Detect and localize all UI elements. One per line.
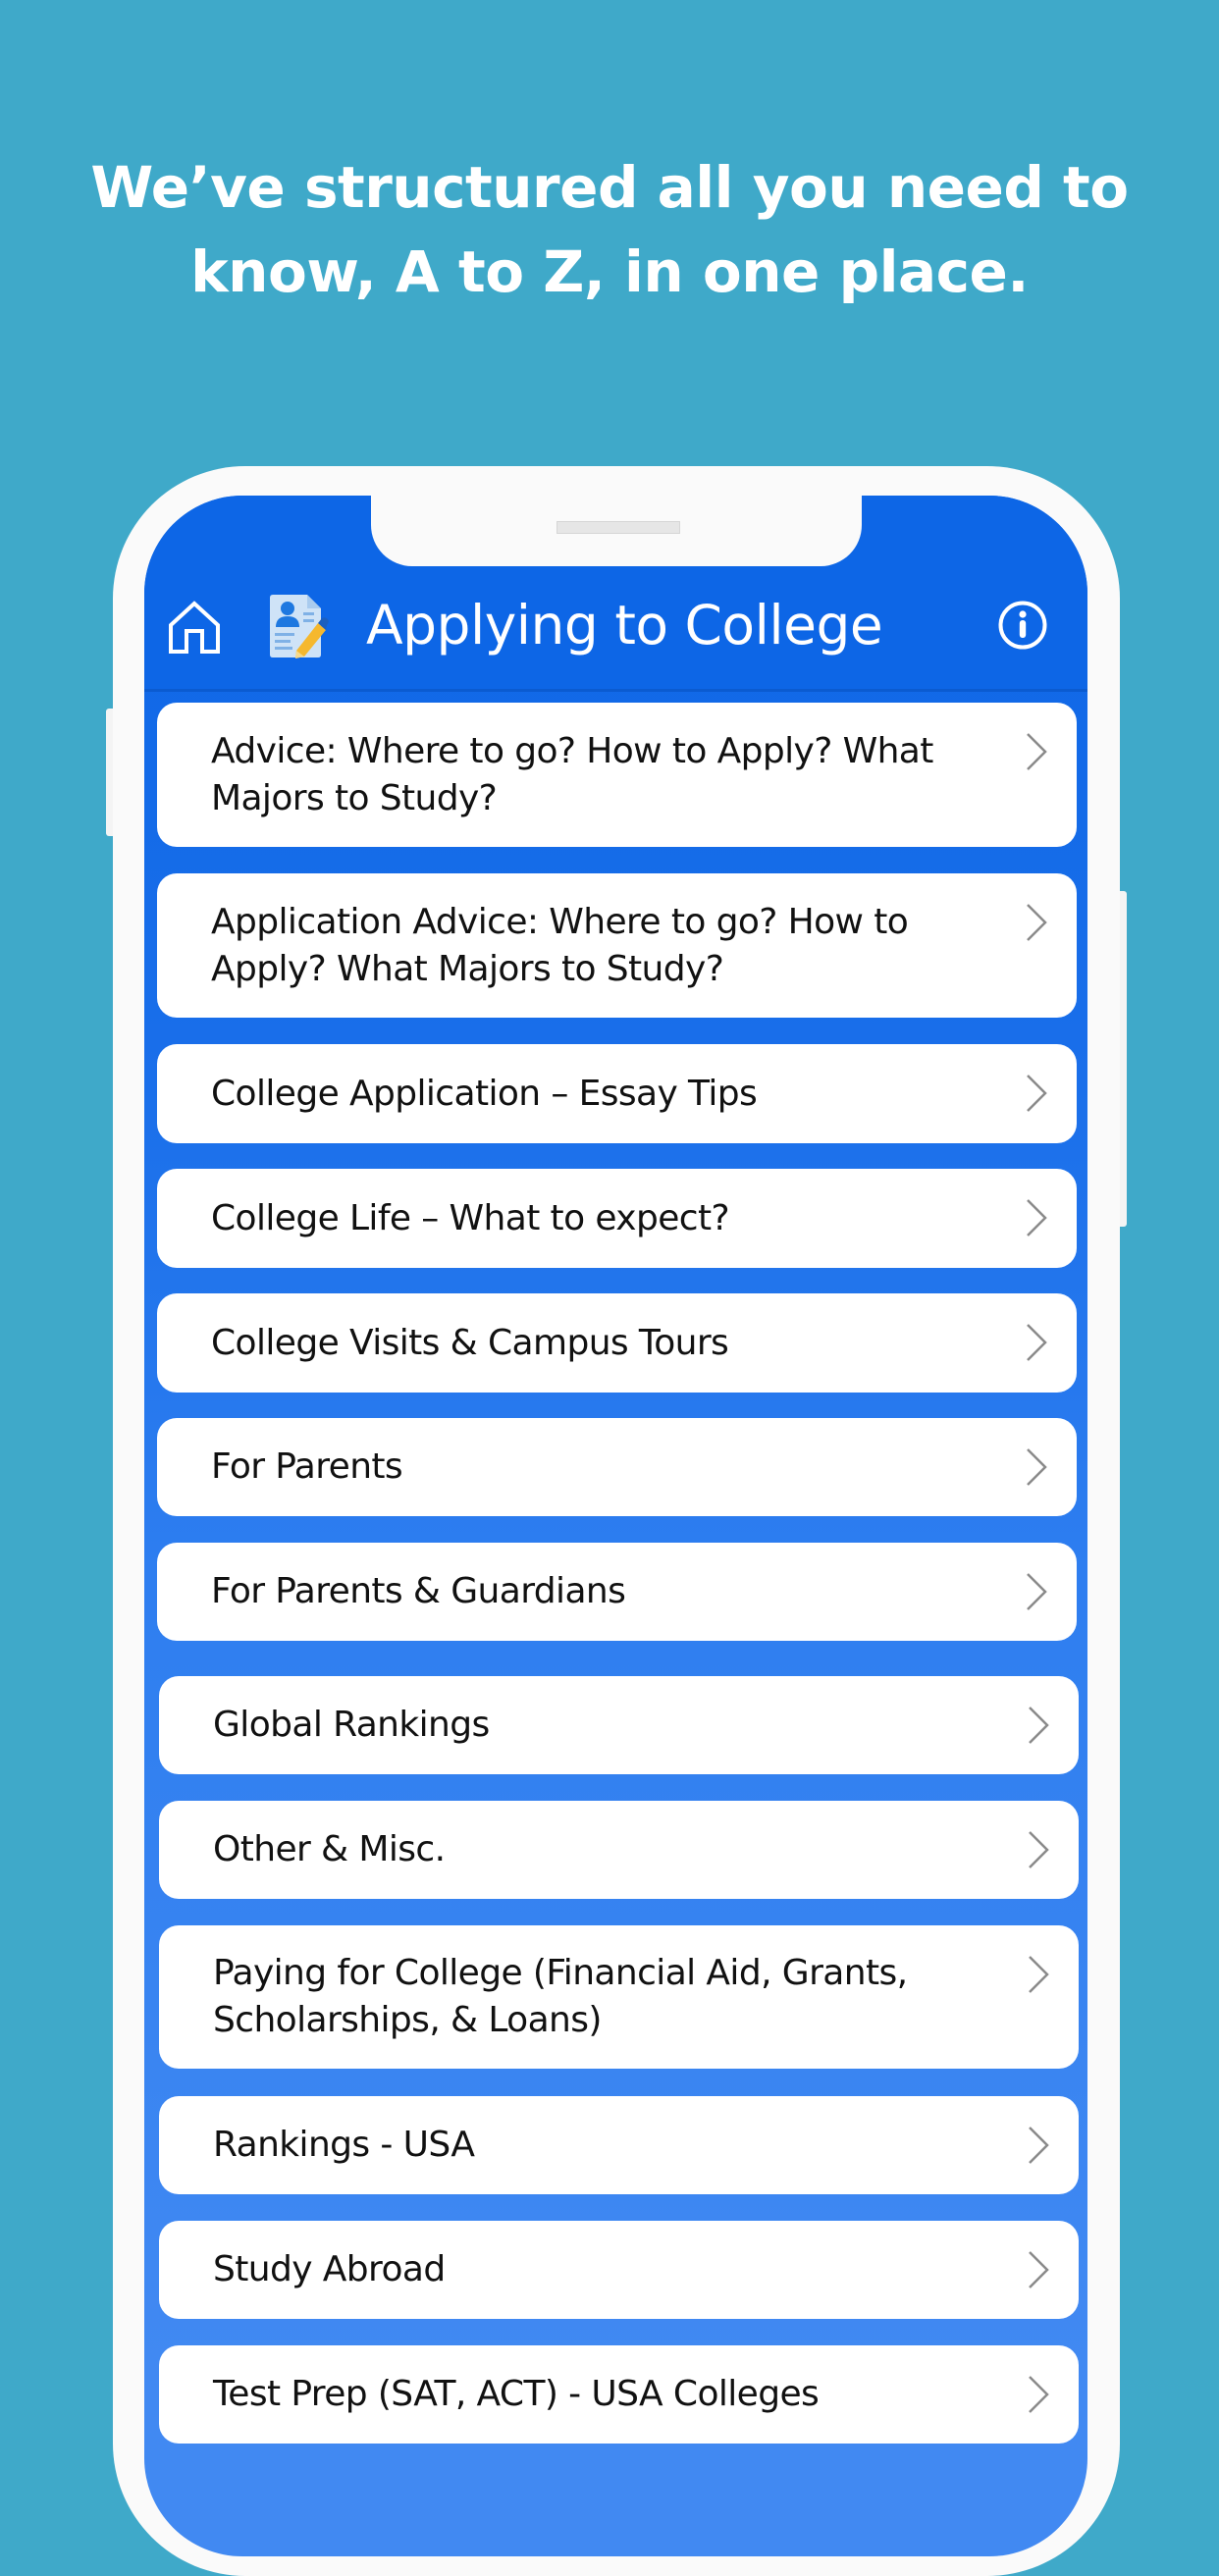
category-item[interactable]: College Life – What to expect? [157,1169,1077,1268]
category-item-label: Study Abroad [213,2249,446,2289]
category-item[interactable]: College Application – Essay Tips [157,1044,1077,1143]
category-item[interactable]: Study Abroad [159,2221,1079,2319]
page-title: Applying to College [366,594,883,657]
chevron-right-icon [1027,1199,1047,1236]
category-item[interactable]: College Visits & Campus Tours [157,1293,1077,1393]
category-item[interactable]: Application Advice: Where to go? How to … [157,873,1077,1018]
phone-screen: Applying to College Advice: Where to go?… [144,496,1087,2556]
category-item[interactable]: Advice: Where to go? How to Apply? What … [157,703,1077,847]
chevron-right-icon [1027,1324,1047,1361]
category-item-label: Application Advice: Where to go? How to … [211,901,909,989]
chevron-right-icon [1029,1956,1049,1993]
category-item-label: Other & Misc. [213,1829,446,1869]
category-item[interactable]: Other & Misc. [159,1801,1079,1899]
category-item-label: College Visits & Campus Tours [211,1322,729,1363]
category-item-label: Global Rankings [213,1705,490,1745]
chevron-right-icon [1029,2376,1049,2413]
category-item-label: Advice: Where to go? How to Apply? What … [211,730,933,818]
category-item-label: College Application – Essay Tips [211,1073,758,1114]
chevron-right-icon [1027,904,1047,941]
category-item-label: College Life – What to expect? [211,1197,730,1238]
promo-headline-line-1: We’ve structured all you need to [90,154,1129,221]
chevron-right-icon [1027,733,1047,770]
phone-notch [371,496,862,566]
category-item[interactable]: For Parents [157,1418,1077,1516]
category-item[interactable]: Paying for College (Financial Aid, Grant… [159,1925,1079,2069]
chevron-right-icon [1029,2127,1049,2164]
promo-headline: We’ve structured all you need to know, A… [0,145,1219,314]
chevron-right-icon [1029,2251,1049,2288]
home-button[interactable] [166,598,223,657]
category-item[interactable]: Rankings - USA [159,2096,1079,2194]
category-item-label: Paying for College (Financial Aid, Grant… [213,1953,908,2040]
category-item-label: For Parents [211,1446,403,1487]
category-item-label: Test Prep (SAT, ACT) - USA Colleges [213,2374,820,2414]
category-item[interactable]: Test Prep (SAT, ACT) - USA Colleges [159,2345,1079,2444]
chevron-right-icon [1027,1075,1047,1112]
chevron-right-icon [1029,1831,1049,1868]
home-icon [169,601,220,654]
category-item-label: For Parents & Guardians [211,1571,626,1611]
chevron-right-icon [1027,1573,1047,1610]
phone-speaker [556,521,680,534]
info-icon [998,601,1047,650]
promo-headline-line-2: know, A to Z, in one place. [190,238,1029,305]
category-item[interactable]: For Parents & Guardians [157,1543,1077,1641]
chevron-right-icon [1027,1448,1047,1486]
info-button[interactable] [994,597,1051,654]
category-item[interactable]: Global Rankings [159,1676,1079,1774]
chevron-right-icon [1029,1707,1049,1744]
application-form-icon [266,594,331,658]
category-item-label: Rankings - USA [213,2125,475,2165]
